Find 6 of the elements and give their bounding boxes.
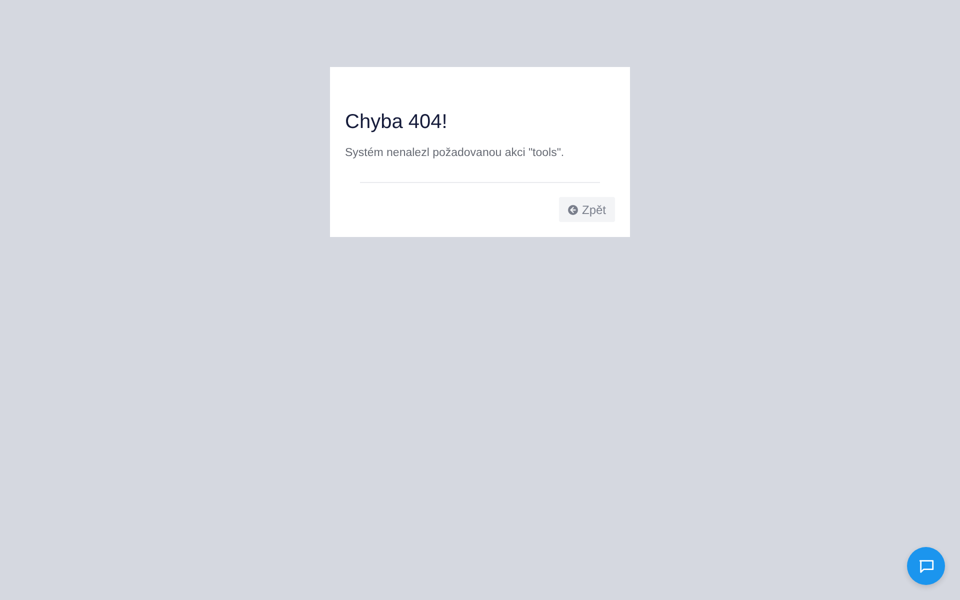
error-message: Systém nenalezl požadovanou akci "tools". (345, 146, 566, 161)
back-button[interactable]: Zpět (558, 197, 615, 222)
chat-bubble-icon (918, 558, 934, 574)
error-title: Chyba 404! (345, 110, 448, 135)
arrow-left-circle-icon (568, 204, 578, 214)
chat-button[interactable] (907, 547, 945, 585)
